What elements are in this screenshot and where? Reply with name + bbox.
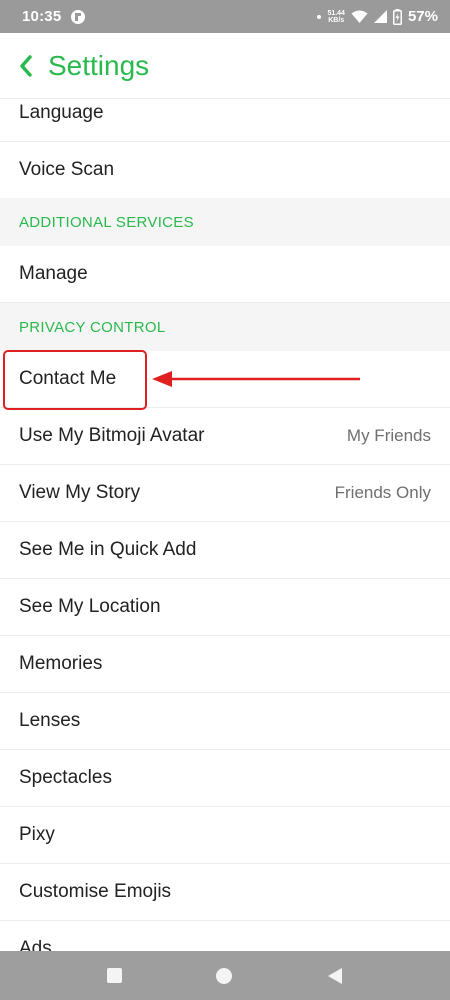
- home-circle-icon[interactable]: [216, 967, 233, 984]
- settings-item-see-my-location[interactable]: See My Location: [0, 579, 450, 636]
- settings-item-voice-scan[interactable]: Voice Scan: [0, 142, 450, 199]
- battery-icon: [392, 8, 402, 25]
- settings-item-label: View My Story: [19, 482, 141, 503]
- settings-item-pixy[interactable]: Pixy: [0, 807, 450, 864]
- annotation-arrow-icon: [152, 371, 360, 387]
- settings-item-memories[interactable]: Memories: [0, 636, 450, 693]
- section-header-additional-services: ADDITIONAL SERVICES: [0, 198, 450, 246]
- system-nav-bar: [0, 951, 450, 1000]
- settings-item-spectacles[interactable]: Spectacles: [0, 750, 450, 807]
- status-bar: 10:35 51.44 KB/s 57%: [0, 0, 450, 33]
- settings-list[interactable]: Language Voice Scan ADDITIONAL SERVICES …: [0, 99, 450, 951]
- battery-percent: 57%: [407, 8, 438, 25]
- settings-item-label: Memories: [19, 653, 103, 674]
- settings-item-label: Use My Bitmoji Avatar: [19, 425, 205, 446]
- wifi-icon: [351, 10, 368, 23]
- settings-item-view-my-story[interactable]: View My Story Friends Only: [0, 465, 450, 522]
- settings-item-lenses[interactable]: Lenses: [0, 693, 450, 750]
- clock: 10:35: [22, 8, 62, 25]
- notification-app-icon: [71, 9, 86, 24]
- network-speed-unit: KB/s: [328, 16, 345, 24]
- settings-item-language[interactable]: Language: [0, 99, 450, 142]
- network-speed: 51.44 KB/s: [327, 10, 345, 24]
- settings-item-manage[interactable]: Manage: [0, 246, 450, 303]
- settings-item-label: Spectacles: [19, 767, 112, 788]
- settings-item-label: Language: [19, 102, 104, 123]
- back-triangle-icon[interactable]: [327, 967, 343, 985]
- section-title: ADDITIONAL SERVICES: [19, 213, 194, 231]
- settings-item-value: My Friends: [346, 426, 431, 445]
- settings-item-use-my-bitmoji-avatar[interactable]: Use My Bitmoji Avatar My Friends: [0, 408, 450, 465]
- chevron-left-icon: [20, 54, 32, 77]
- settings-item-see-me-in-quick-add[interactable]: See Me in Quick Add: [0, 522, 450, 579]
- section-title: PRIVACY CONTROL: [19, 318, 166, 336]
- settings-item-label: See Me in Quick Add: [19, 539, 197, 560]
- settings-item-label: Voice Scan: [19, 159, 115, 180]
- section-header-privacy-control: PRIVACY CONTROL: [0, 303, 450, 351]
- settings-item-label: Manage: [19, 263, 88, 284]
- notification-dot-icon: [317, 14, 322, 19]
- settings-item-label: Customise Emojis: [19, 881, 172, 902]
- settings-item-ads[interactable]: Ads: [0, 921, 450, 951]
- back-button[interactable]: [4, 33, 48, 99]
- settings-item-label: See My Location: [19, 596, 161, 617]
- settings-item-label: Pixy: [19, 824, 55, 845]
- cell-signal-icon: [373, 10, 387, 23]
- settings-item-customise-emojis[interactable]: Customise Emojis: [0, 864, 450, 921]
- settings-item-label: Ads: [19, 938, 52, 951]
- status-icons: 51.44 KB/s 57%: [317, 8, 438, 25]
- network-speed-value: 51.44: [327, 9, 345, 17]
- page-title: Settings: [48, 49, 150, 81]
- settings-item-label: Lenses: [19, 710, 81, 731]
- app-header: Settings: [0, 33, 450, 99]
- recents-square-icon[interactable]: [107, 968, 123, 983]
- settings-item-value: Friends Only: [334, 483, 431, 502]
- annotation-highlight-box: [3, 350, 147, 410]
